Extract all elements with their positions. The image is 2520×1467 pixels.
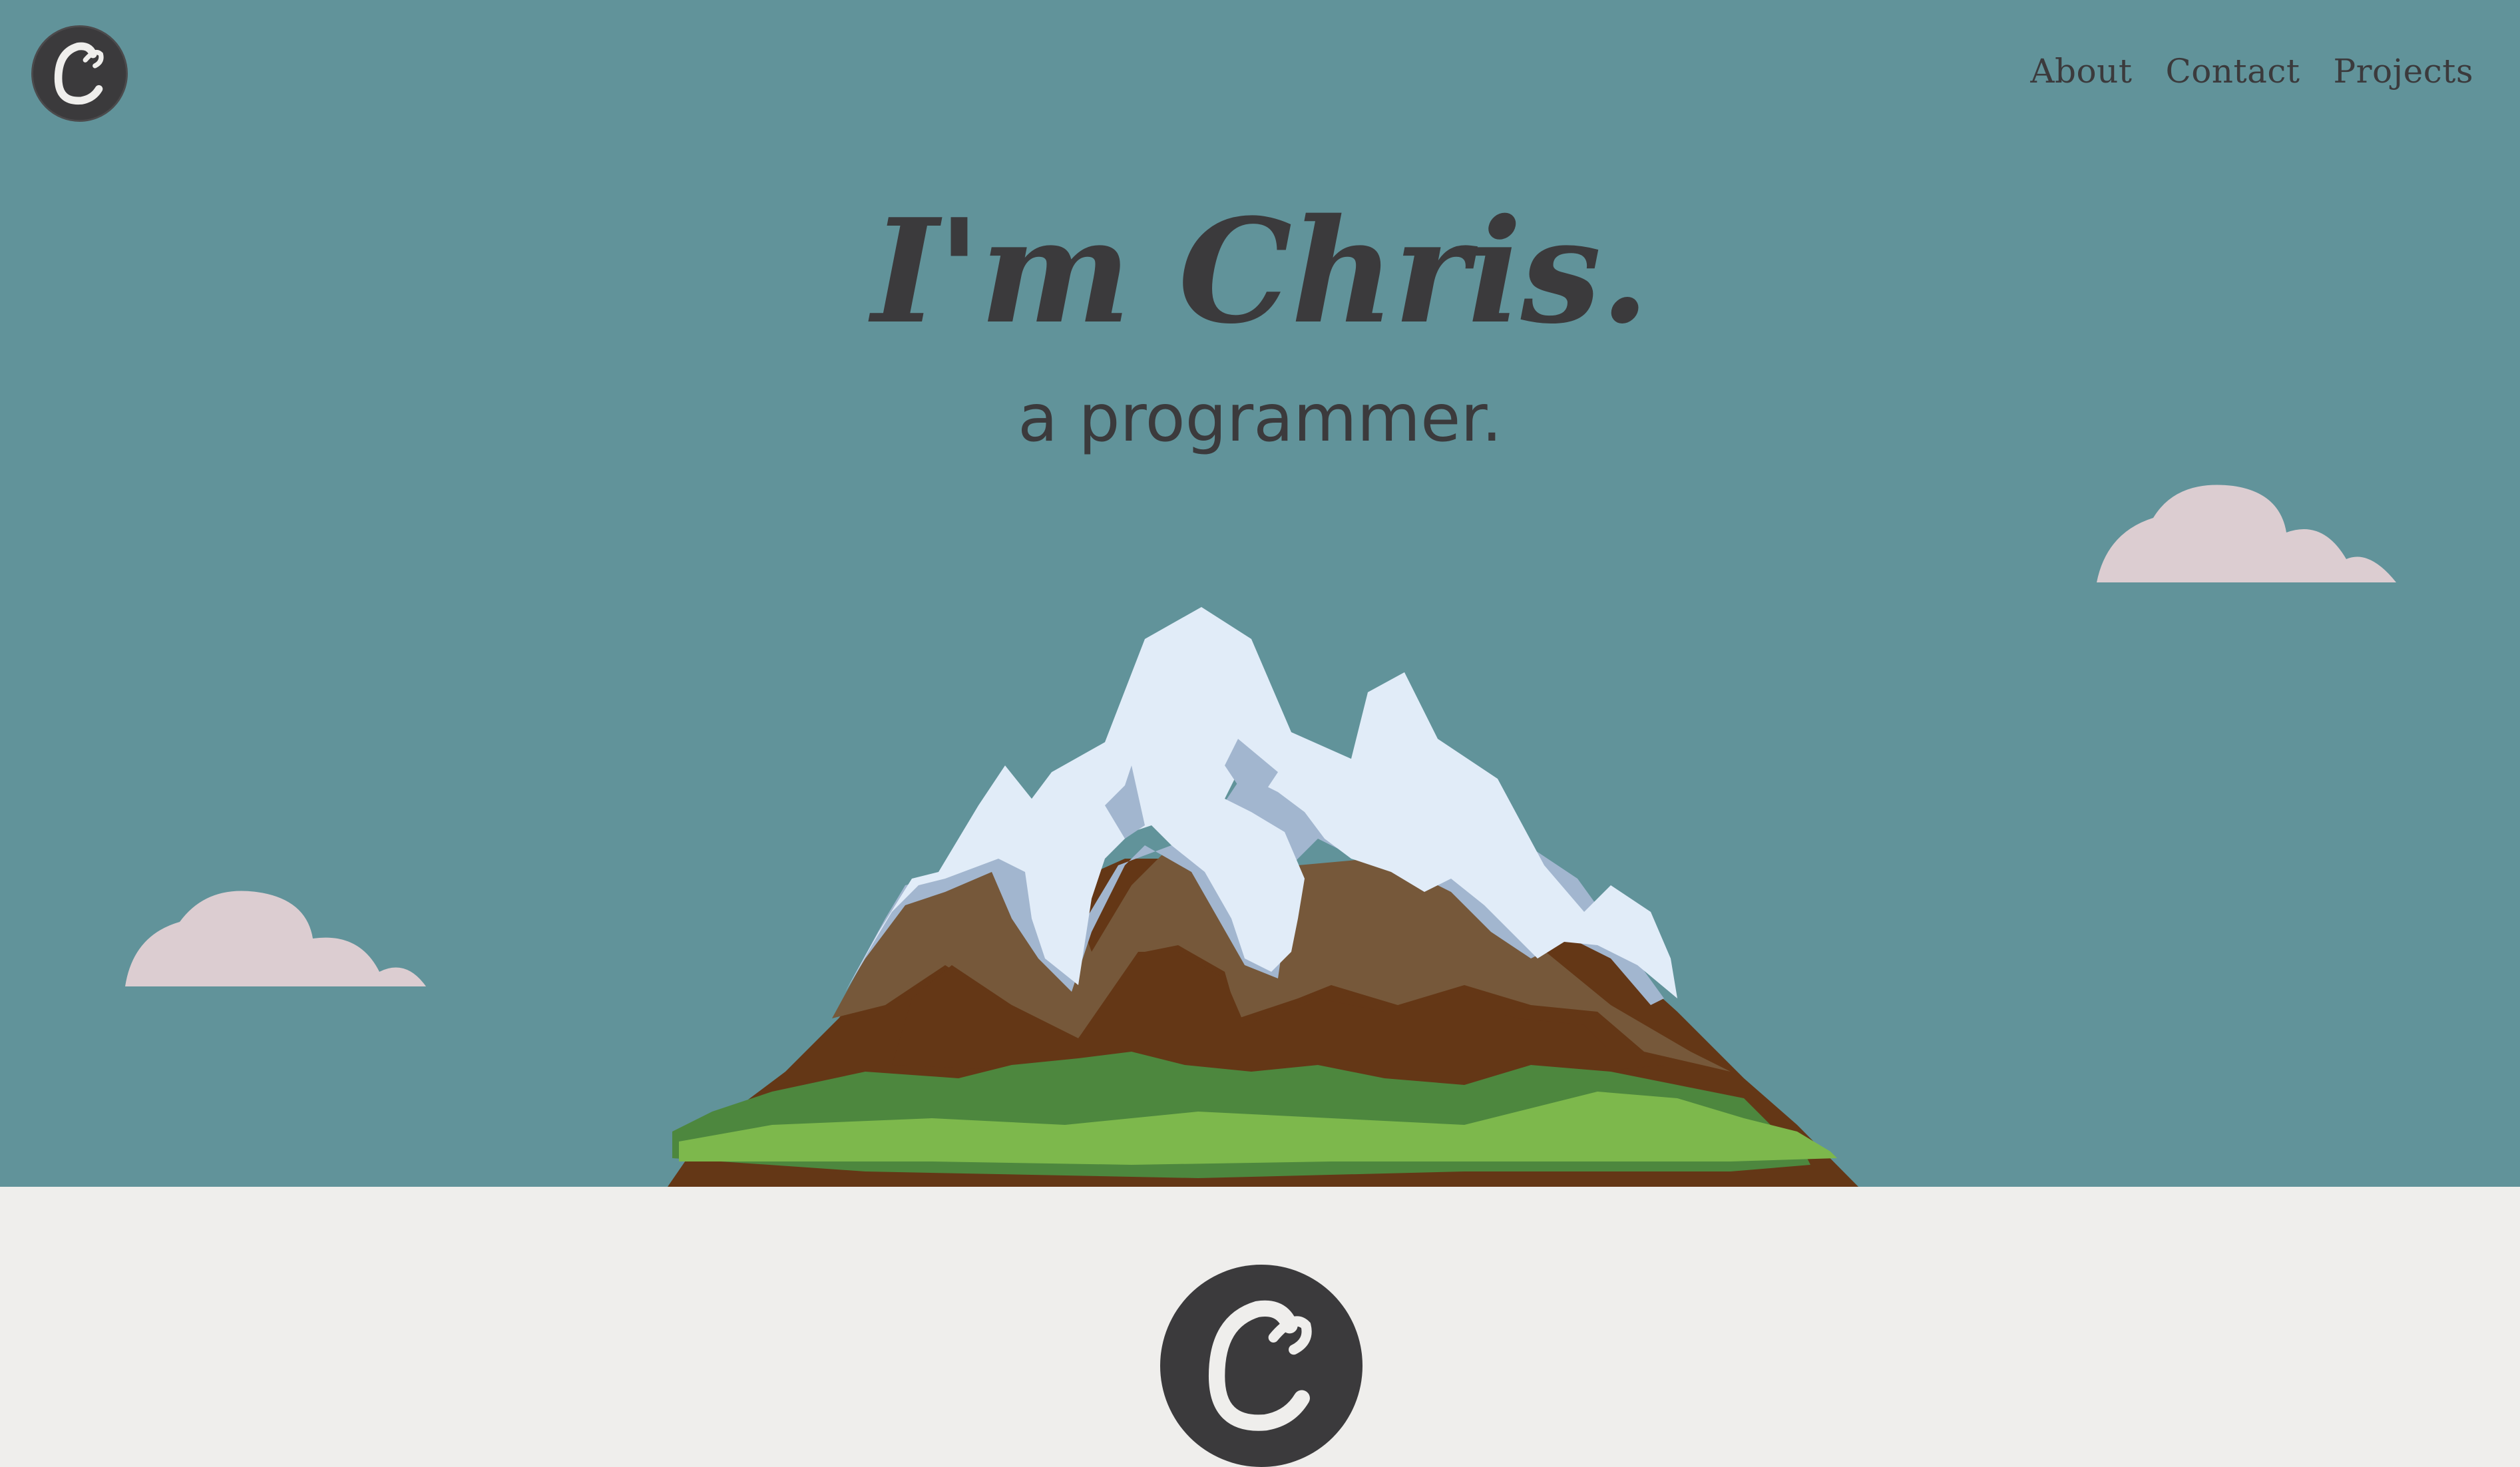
- footer-logo: [1160, 1265, 1363, 1467]
- hero-section: About Contact Projects I'm Chris. a prog…: [0, 0, 2520, 1187]
- page-title: I'm Chris.: [871, 187, 1649, 355]
- cloud-icon: [125, 891, 426, 986]
- top-nav: About Contact Projects: [2030, 52, 2473, 91]
- page-subtitle: a programmer.: [1018, 381, 1502, 457]
- site-logo[interactable]: [31, 25, 128, 122]
- nav-contact-link[interactable]: Contact: [2165, 52, 2300, 91]
- mountain-illustration: [668, 607, 1858, 1187]
- mountain-scene: [125, 485, 2396, 1187]
- nav-about-link[interactable]: About: [2030, 52, 2132, 91]
- cloud-icon: [2097, 485, 2396, 582]
- nav-projects-link[interactable]: Projects: [2334, 52, 2474, 91]
